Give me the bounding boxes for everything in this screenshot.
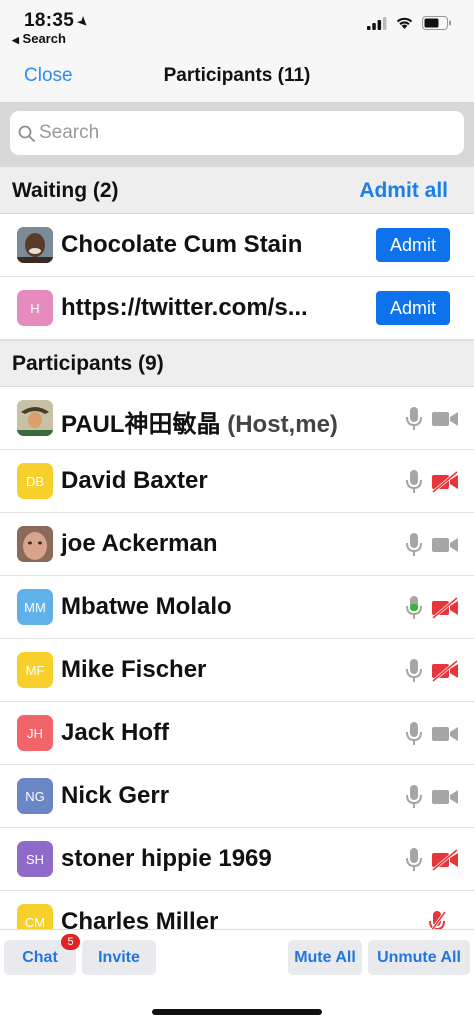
microphone-icon[interactable] xyxy=(404,532,424,558)
video-off-icon[interactable] xyxy=(431,597,459,619)
participant-name: PAUL神田敏晶 (Host,me) xyxy=(61,404,338,439)
waiting-section-header: Waiting (2) Admit all xyxy=(0,166,474,214)
participant-name-text: PAUL神田敏晶 xyxy=(61,411,221,438)
waiting-name: Chocolate Cum Stain xyxy=(61,231,303,258)
video-off-icon[interactable] xyxy=(431,471,459,493)
microphone-icon[interactable] xyxy=(404,847,424,873)
participant-row[interactable]: JH Jack Hoff xyxy=(0,702,474,765)
avatar-initials: SH xyxy=(25,851,45,867)
participant-name: Mike Fischer xyxy=(61,656,207,683)
participant-row[interactable]: joe Ackerman xyxy=(0,513,474,576)
waiting-name: https://twitter.com/s... xyxy=(61,294,308,321)
avatar: SH xyxy=(17,841,53,877)
microphone-icon[interactable] xyxy=(404,406,424,432)
unmute-all-button[interactable]: Unmute All xyxy=(368,940,470,975)
participant-row[interactable]: NG Nick Gerr xyxy=(0,765,474,828)
waiting-row[interactable]: Chocolate Cum Stain Admit xyxy=(0,214,474,277)
participants-section-header: Participants (9) xyxy=(0,340,474,387)
avatar-initials: MF xyxy=(25,662,45,678)
video-camera-icon[interactable] xyxy=(431,723,459,745)
participant-name: joe Ackerman xyxy=(61,530,218,557)
search-input[interactable] xyxy=(39,122,439,144)
microphone-icon[interactable] xyxy=(404,721,424,747)
avatar-initials: MM xyxy=(24,599,46,615)
avatar-initials: JH xyxy=(27,725,43,741)
participant-row[interactable]: DB David Baxter xyxy=(0,450,474,513)
participants-title: Participants (9) xyxy=(12,352,164,375)
avatar-initials: H xyxy=(30,300,40,316)
location-arrow-icon: ➤ xyxy=(74,13,92,31)
user-photo-icon xyxy=(17,227,53,263)
back-to-search-link[interactable]: ◀ Search xyxy=(12,31,66,46)
search-bar xyxy=(0,102,474,166)
search-box[interactable] xyxy=(10,111,464,155)
admit-all-button[interactable]: Admit all xyxy=(359,179,448,203)
chat-badge: 5 xyxy=(61,934,80,950)
participant-name: stoner hippie 1969 xyxy=(61,845,272,872)
nav-bar: Participants (11) Close xyxy=(0,52,474,102)
microphone-icon[interactable] xyxy=(404,469,424,495)
participant-name: Nick Gerr xyxy=(61,782,170,809)
participant-name: David Baxter xyxy=(61,467,208,494)
battery-icon xyxy=(422,16,451,30)
waiting-row[interactable]: H https://twitter.com/s... Admit xyxy=(0,277,474,340)
avatar-initials: NG xyxy=(25,788,45,804)
back-label: Search xyxy=(22,31,66,46)
participant-row[interactable]: SH stoner hippie 1969 xyxy=(0,828,474,891)
video-camera-icon[interactable] xyxy=(431,786,459,808)
bottom-toolbar: Chat 5 Invite Mute All Unmute All xyxy=(0,929,474,1024)
video-off-icon[interactable] xyxy=(431,660,459,682)
back-triangle-icon: ◀ xyxy=(12,35,19,45)
avatar xyxy=(17,526,53,562)
microphone-icon[interactable] xyxy=(404,658,424,684)
wifi-icon xyxy=(396,17,413,29)
participant-row[interactable]: PAUL神田敏晶 (Host,me) xyxy=(0,387,474,450)
participant-row[interactable]: MF Mike Fischer xyxy=(0,639,474,702)
status-time: 18:35➤ xyxy=(24,10,92,32)
avatar: JH xyxy=(17,715,53,751)
home-indicator[interactable] xyxy=(152,1009,322,1015)
close-button[interactable]: Close xyxy=(24,65,73,87)
signal-icon xyxy=(367,16,387,30)
avatar: MF xyxy=(17,652,53,688)
mute-all-button[interactable]: Mute All xyxy=(288,940,362,975)
status-icons xyxy=(367,16,452,30)
avatar xyxy=(17,400,53,436)
participant-role: (Host,me) xyxy=(220,411,338,438)
search-icon xyxy=(18,125,35,142)
avatar-initials: DB xyxy=(25,473,45,489)
video-off-icon[interactable] xyxy=(431,849,459,871)
participant-row[interactable]: MM Mbatwe Molalo xyxy=(0,576,474,639)
waiting-title: Waiting (2) xyxy=(12,179,119,202)
video-camera-icon[interactable] xyxy=(431,534,459,556)
microphone-icon[interactable] xyxy=(404,784,424,810)
avatar xyxy=(17,227,53,263)
invite-button[interactable]: Invite xyxy=(82,940,156,975)
avatar: H xyxy=(17,290,53,326)
user-photo-icon xyxy=(17,400,53,436)
video-camera-icon[interactable] xyxy=(431,408,459,430)
admit-button[interactable]: Admit xyxy=(376,291,450,325)
participant-name: Mbatwe Molalo xyxy=(61,593,232,620)
user-photo-icon xyxy=(17,526,53,562)
avatar-initials: CM xyxy=(24,914,46,930)
avatar: NG xyxy=(17,778,53,814)
microphone-active-icon[interactable] xyxy=(404,595,424,621)
admit-button[interactable]: Admit xyxy=(376,228,450,262)
time-text: 18:35 xyxy=(24,10,75,31)
participant-name: Jack Hoff xyxy=(61,719,170,746)
avatar: MM xyxy=(17,589,53,625)
status-bar: 18:35➤ ◀ Search xyxy=(0,0,474,52)
avatar: DB xyxy=(17,463,53,499)
